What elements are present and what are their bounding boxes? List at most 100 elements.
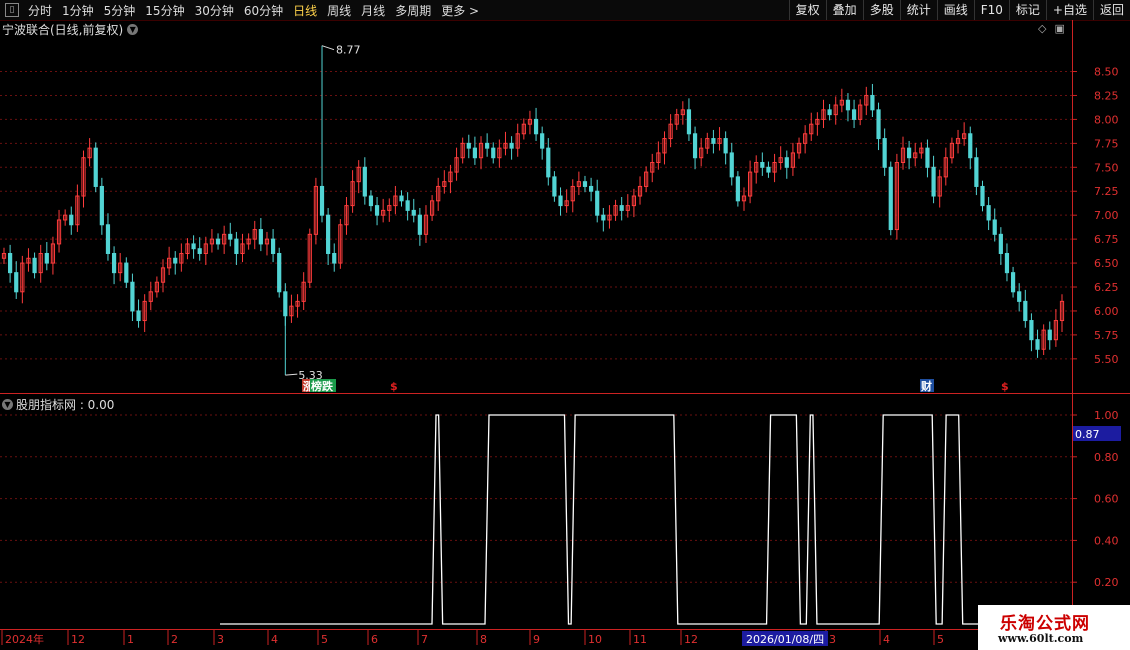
candle-body: [485, 142, 490, 149]
candle-body: [986, 205, 991, 221]
indicator-tick-label: 0.60: [1094, 493, 1119, 506]
chevron-down-icon[interactable]: ▼: [2, 399, 13, 410]
price-tick-label: 7.75: [1094, 137, 1119, 150]
candle-body: [851, 109, 857, 120]
x-tick-label: 9: [533, 633, 540, 646]
x-tick-label: 2: [171, 633, 178, 646]
x-tick-label: 1: [127, 633, 134, 646]
candle-body: [845, 99, 851, 111]
candle-body: [998, 233, 1003, 254]
candle-body: [1029, 320, 1034, 341]
price-tick-label: 5.75: [1094, 329, 1119, 342]
candle-body: [533, 118, 539, 135]
candle-body: [105, 224, 111, 254]
candle-body: [130, 281, 135, 312]
candle-body: [491, 147, 496, 159]
candle-body: [332, 252, 337, 264]
candle-body: [760, 162, 765, 168]
cursor-value: 0.87: [1075, 428, 1100, 441]
candle-body: [44, 252, 49, 264]
candle-body: [968, 133, 973, 159]
price-tick-label: 6.50: [1094, 257, 1119, 270]
chevron-down-icon[interactable]: ▼: [127, 24, 139, 35]
candle-body: [405, 200, 410, 211]
candle-body: [888, 166, 893, 231]
candle-body: [582, 181, 588, 187]
candle-body: [784, 157, 789, 168]
event-tag: $: [1001, 380, 1009, 393]
candle-body: [509, 142, 514, 149]
candle-body: [692, 133, 698, 159]
price-tick-label: 7.00: [1094, 209, 1119, 222]
candle-body: [14, 272, 19, 293]
price-tick-label: 6.75: [1094, 233, 1119, 246]
candle-body: [326, 214, 331, 254]
candle-body: [8, 252, 13, 274]
candle-body: [546, 147, 551, 178]
candle-body: [766, 166, 771, 173]
candle-body: [729, 152, 734, 178]
candle-body: [1017, 291, 1022, 302]
x-tick-label: 12: [684, 633, 698, 646]
event-tag: 榜跌: [311, 379, 334, 393]
x-tick-label: 7: [421, 633, 428, 646]
candle-body: [466, 142, 471, 149]
candle-body: [472, 147, 478, 159]
x-tick-label: 6: [371, 633, 378, 646]
expand-panel-icon[interactable]: ▣: [1054, 22, 1064, 35]
candle-body: [827, 109, 832, 116]
candle-body: [234, 238, 239, 254]
candle-body: [980, 185, 985, 207]
candle-body: [411, 209, 416, 216]
min-pointer: [285, 373, 298, 376]
x-tick-label: 4: [883, 633, 890, 646]
price-tick-label: 7.25: [1094, 185, 1119, 198]
candle-body: [191, 243, 196, 250]
x-tick-label: 2024年: [5, 632, 44, 646]
main-chart-title[interactable]: 宁波联合(日线,前复权) ▼: [2, 21, 139, 38]
price-tick-label: 6.00: [1094, 305, 1119, 318]
candle-body: [925, 147, 930, 168]
price-tick-label: 8.50: [1094, 66, 1119, 79]
x-tick-label: 12: [71, 633, 85, 646]
candle-body: [136, 310, 141, 322]
stock-chart[interactable]: 5.50 5.75 6.00 6.25 6.50 6.75 7.00 7.25 7.50 7.75…: [0, 0, 1130, 650]
max-pointer: [321, 45, 335, 51]
candle-body: [32, 257, 37, 274]
price-tick-label: 5.50: [1094, 353, 1119, 366]
candle-body: [595, 190, 600, 216]
candle-body: [1047, 329, 1052, 341]
diamond-icon[interactable]: ◇: [1038, 22, 1046, 35]
candle-body: [69, 214, 74, 226]
candle-body: [111, 252, 117, 274]
candle-body: [974, 157, 979, 187]
candle-body: [215, 238, 221, 245]
watermark-line2: www.60lt.com: [998, 632, 1084, 645]
candle-body: [552, 176, 557, 197]
candle-body: [1010, 272, 1016, 293]
candle-body: [277, 252, 282, 293]
indicator-title-bar[interactable]: ▼ 股朋指标网 : 0.00: [2, 396, 114, 413]
panel-icons: ◇ ▣: [1038, 22, 1065, 35]
candle-body: [876, 109, 881, 140]
candle-body: [588, 185, 594, 192]
event-tag: $: [390, 380, 398, 393]
candle-body: [907, 147, 912, 159]
candle-body: [417, 214, 422, 235]
candle-body: [173, 257, 178, 264]
indicator-tick-label: 0.40: [1094, 534, 1119, 547]
x-tick-label: 8: [480, 633, 487, 646]
indicator-tick-label: 0.80: [1094, 451, 1119, 464]
candle-body: [124, 262, 129, 283]
candle-body: [228, 233, 233, 240]
candle-body: [368, 195, 374, 207]
candle-body: [374, 205, 380, 216]
max-price-label: 8.77: [336, 44, 361, 57]
candle-body: [711, 138, 716, 144]
candle-body: [1004, 252, 1010, 274]
stock-title: 宁波联合(日线,前复权): [2, 23, 124, 37]
price-tick-label: 6.25: [1094, 281, 1119, 294]
candle-body: [619, 205, 624, 211]
cursor-date: 2026/01/08/四: [746, 633, 824, 646]
candle-body: [723, 138, 728, 154]
